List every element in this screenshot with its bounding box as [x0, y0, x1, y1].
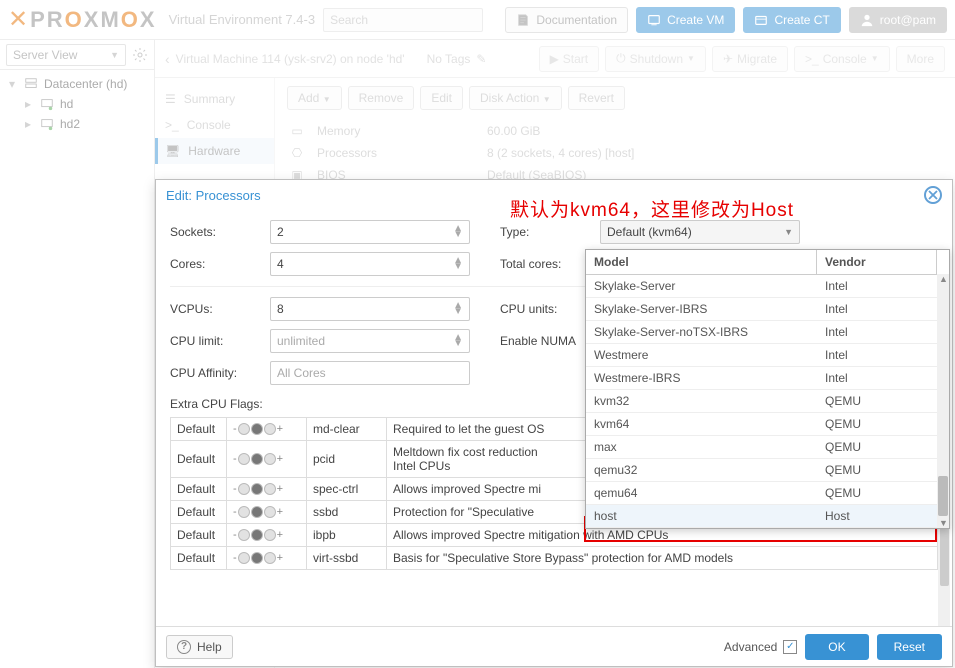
sockets-label: Sockets:: [170, 225, 270, 239]
ok-button[interactable]: OK: [805, 634, 868, 660]
dropdown-option[interactable]: kvm32QEMU: [586, 390, 949, 413]
flag-row: Default- +virt-ssbdBasis for "Speculativ…: [171, 547, 938, 570]
flag-state: Default: [171, 441, 227, 478]
dropdown-option[interactable]: Skylake-Server-noTSX-IBRSIntel: [586, 321, 949, 344]
affinity-input[interactable]: All Cores: [270, 361, 470, 385]
cpulimit-input[interactable]: unlimited▲▼: [270, 329, 470, 353]
flag-state: Default: [171, 418, 227, 441]
cpulimit-label: CPU limit:: [170, 334, 270, 348]
flag-name: ssbd: [307, 501, 387, 524]
close-button[interactable]: [924, 186, 942, 204]
flag-desc: Basis for "Speculative Store Bypass" pro…: [387, 547, 938, 570]
reset-button[interactable]: Reset: [877, 634, 942, 660]
spinner-icon[interactable]: ▲▼: [453, 254, 463, 274]
advanced-toggle[interactable]: Advanced✓: [724, 640, 797, 654]
dropdown-scrollbar[interactable]: ▲▼: [937, 274, 949, 528]
col-model[interactable]: Model: [586, 250, 817, 274]
flag-name: ibpb: [307, 524, 387, 547]
dropdown-option[interactable]: maxQEMU: [586, 436, 949, 459]
dropdown-option[interactable]: qemu64QEMU: [586, 482, 949, 505]
flag-state: Default: [171, 501, 227, 524]
dropdown-option[interactable]: qemu32QEMU: [586, 459, 949, 482]
cores-label: Cores:: [170, 257, 270, 271]
dialog-title: Edit: Processors: [166, 188, 261, 203]
affinity-label: CPU Affinity:: [170, 366, 270, 380]
checkbox-checked-icon: ✓: [783, 640, 797, 654]
flag-tristate[interactable]: - +: [227, 501, 307, 524]
dropdown-option[interactable]: hostHost: [586, 505, 949, 528]
flag-name: pcid: [307, 441, 387, 478]
flag-name: virt-ssbd: [307, 547, 387, 570]
dropdown-option[interactable]: kvm64QEMU: [586, 413, 949, 436]
dropdown-option[interactable]: Westmere-IBRSIntel: [586, 367, 949, 390]
flag-state: Default: [171, 547, 227, 570]
flag-state: Default: [171, 478, 227, 501]
cpu-type-dropdown: Model Vendor Skylake-ServerIntelSkylake-…: [585, 249, 950, 529]
dropdown-option[interactable]: WestmereIntel: [586, 344, 949, 367]
flag-tristate[interactable]: - +: [227, 478, 307, 501]
col-vendor[interactable]: Vendor: [817, 250, 937, 274]
spinner-icon[interactable]: ▲▼: [453, 222, 463, 242]
dialog-footer: ?Help Advanced✓ OK Reset: [156, 626, 952, 666]
type-label: Type:: [500, 225, 600, 239]
sockets-input[interactable]: 2▲▼: [270, 220, 470, 244]
vcpus-input[interactable]: 8▲▼: [270, 297, 470, 321]
flag-tristate[interactable]: - +: [227, 547, 307, 570]
cores-input[interactable]: 4▲▼: [270, 252, 470, 276]
dropdown-option[interactable]: Skylake-Server-IBRSIntel: [586, 298, 949, 321]
flag-state: Default: [171, 524, 227, 547]
flag-name: spec-ctrl: [307, 478, 387, 501]
help-icon: ?: [177, 640, 191, 654]
spinner-icon[interactable]: ▲▼: [453, 331, 463, 351]
help-button[interactable]: ?Help: [166, 635, 233, 659]
spinner-icon[interactable]: ▲▼: [453, 299, 463, 319]
flag-tristate[interactable]: - +: [227, 418, 307, 441]
flag-name: md-clear: [307, 418, 387, 441]
dropdown-header: Model Vendor: [586, 250, 949, 275]
dropdown-option[interactable]: Skylake-ServerIntel: [586, 275, 949, 298]
flag-tristate[interactable]: - +: [227, 524, 307, 547]
vcpus-label: VCPUs:: [170, 302, 270, 316]
flag-tristate[interactable]: - +: [227, 441, 307, 478]
cpu-type-select[interactable]: Default (kvm64)▼: [600, 220, 800, 244]
chevron-down-icon: ▼: [784, 227, 793, 237]
annotation-text: 默认为kvm64，这里修改为Host: [510, 195, 794, 222]
